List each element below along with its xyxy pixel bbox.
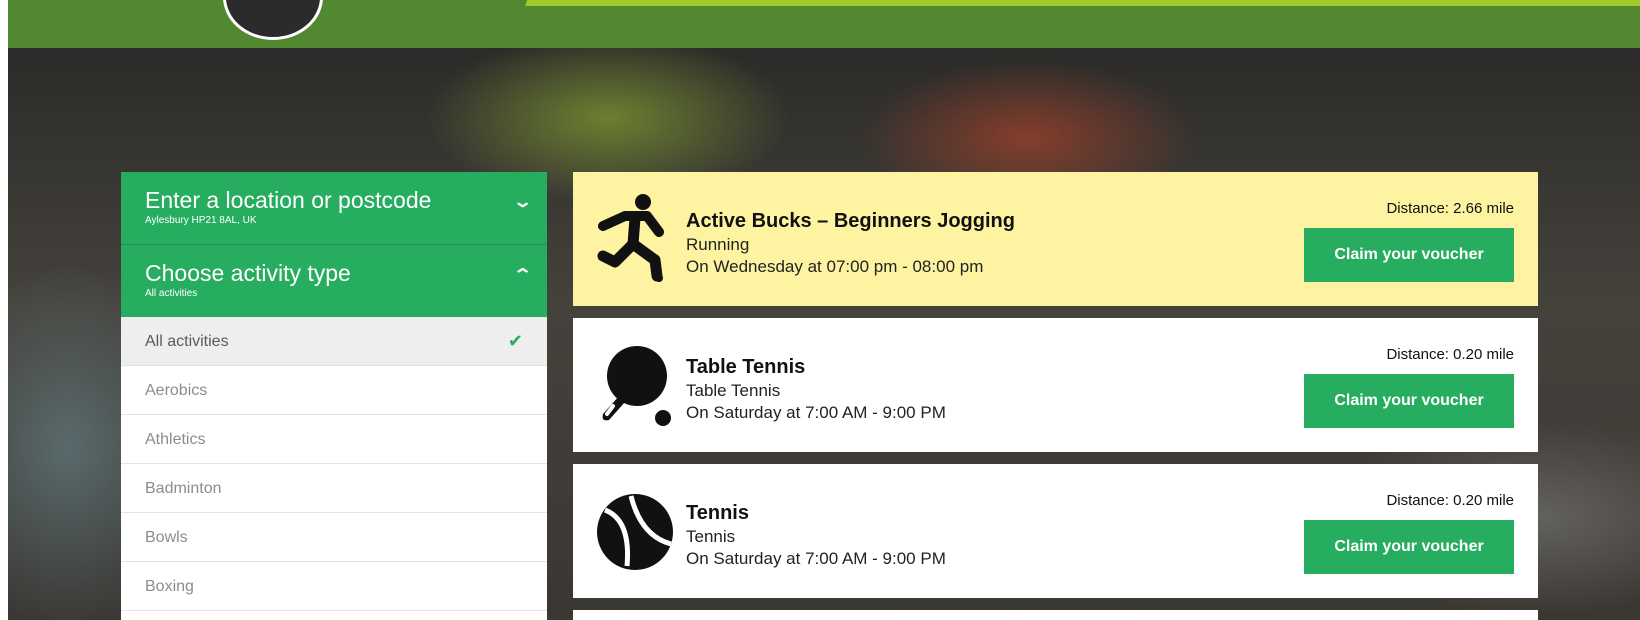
activity-distance: Distance: 0.20 mile xyxy=(1386,346,1514,363)
activity-option-label: Badminton xyxy=(145,480,222,497)
activity-type: Tennis xyxy=(686,527,736,546)
activity-type-dropdown-title: Choose activity type xyxy=(145,260,351,286)
running-person-icon xyxy=(597,194,664,282)
check-icon: ✔ xyxy=(507,331,523,351)
activity-option-aerobics[interactable]: Aerobics xyxy=(121,366,547,415)
activity-option-label: All activities xyxy=(145,333,229,350)
activity-card-partial xyxy=(573,610,1538,620)
activity-info: Table Tennis Table Tennis On Saturday at… xyxy=(686,354,946,424)
activity-type-dropdown[interactable]: Choose activity type All activities ⌃ xyxy=(121,244,547,317)
activity-type: Table Tennis xyxy=(686,381,781,400)
activity-info: Tennis Tennis On Saturday at 7:00 AM - 9… xyxy=(686,500,946,570)
activity-option-label: Boxing xyxy=(145,578,194,595)
page-edge xyxy=(0,0,8,620)
activity-schedule: On Saturday at 7:00 AM - 9:00 PM xyxy=(686,549,946,568)
activity-type-dropdown-value: All activities xyxy=(145,288,198,299)
chevron-down-icon: ⌄ xyxy=(512,194,533,211)
activity-type: Running xyxy=(686,235,750,254)
activity-distance: Distance: 2.66 mile xyxy=(1386,200,1514,217)
tennis-ball-icon xyxy=(597,494,673,570)
location-dropdown-value: Aylesbury HP21 8AL, UK xyxy=(145,215,257,226)
activity-card: Active Bucks – Beginners Jogging Running… xyxy=(573,172,1538,306)
activity-name: Table Tennis xyxy=(686,356,806,378)
activity-option-athletics[interactable]: Athletics xyxy=(121,415,547,464)
activity-option-label: Bowls xyxy=(145,529,188,546)
table-tennis-paddle-icon xyxy=(602,346,671,426)
activity-distance: Distance: 0.20 mile xyxy=(1386,492,1514,509)
activity-schedule: On Wednesday at 07:00 pm - 08:00 pm xyxy=(686,257,984,276)
activity-info: Active Bucks – Beginners Jogging Running… xyxy=(686,208,1015,278)
activity-option-boxing[interactable]: Boxing xyxy=(121,562,547,611)
claim-voucher-button[interactable]: Claim your voucher xyxy=(1304,228,1514,282)
activity-schedule: On Saturday at 7:00 AM - 9:00 PM xyxy=(686,403,946,422)
activity-option-badminton[interactable]: Badminton xyxy=(121,464,547,513)
filter-sidebar: Enter a location or postcode Aylesbury H… xyxy=(121,172,547,620)
activity-name: Active Bucks – Beginners Jogging xyxy=(686,210,1015,232)
activity-card: Tennis Tennis On Saturday at 7:00 AM - 9… xyxy=(573,464,1538,598)
location-dropdown[interactable]: Enter a location or postcode Aylesbury H… xyxy=(121,172,547,244)
activity-option-all-activities[interactable]: All activities ✔ xyxy=(121,317,547,366)
activity-option-bowls[interactable]: Bowls xyxy=(121,513,547,562)
claim-voucher-button[interactable]: Claim your voucher xyxy=(1304,520,1514,574)
location-dropdown-title: Enter a location or postcode xyxy=(145,187,432,213)
activity-name: Tennis xyxy=(686,502,749,524)
chevron-up-icon: ⌃ xyxy=(512,267,533,284)
header-accent-stripe xyxy=(525,0,1640,6)
claim-voucher-button[interactable]: Claim your voucher xyxy=(1304,374,1514,428)
activity-option-label: Athletics xyxy=(145,431,206,448)
activity-card: Table Tennis Table Tennis On Saturday at… xyxy=(573,318,1538,452)
activity-option-label: Aerobics xyxy=(145,382,208,399)
